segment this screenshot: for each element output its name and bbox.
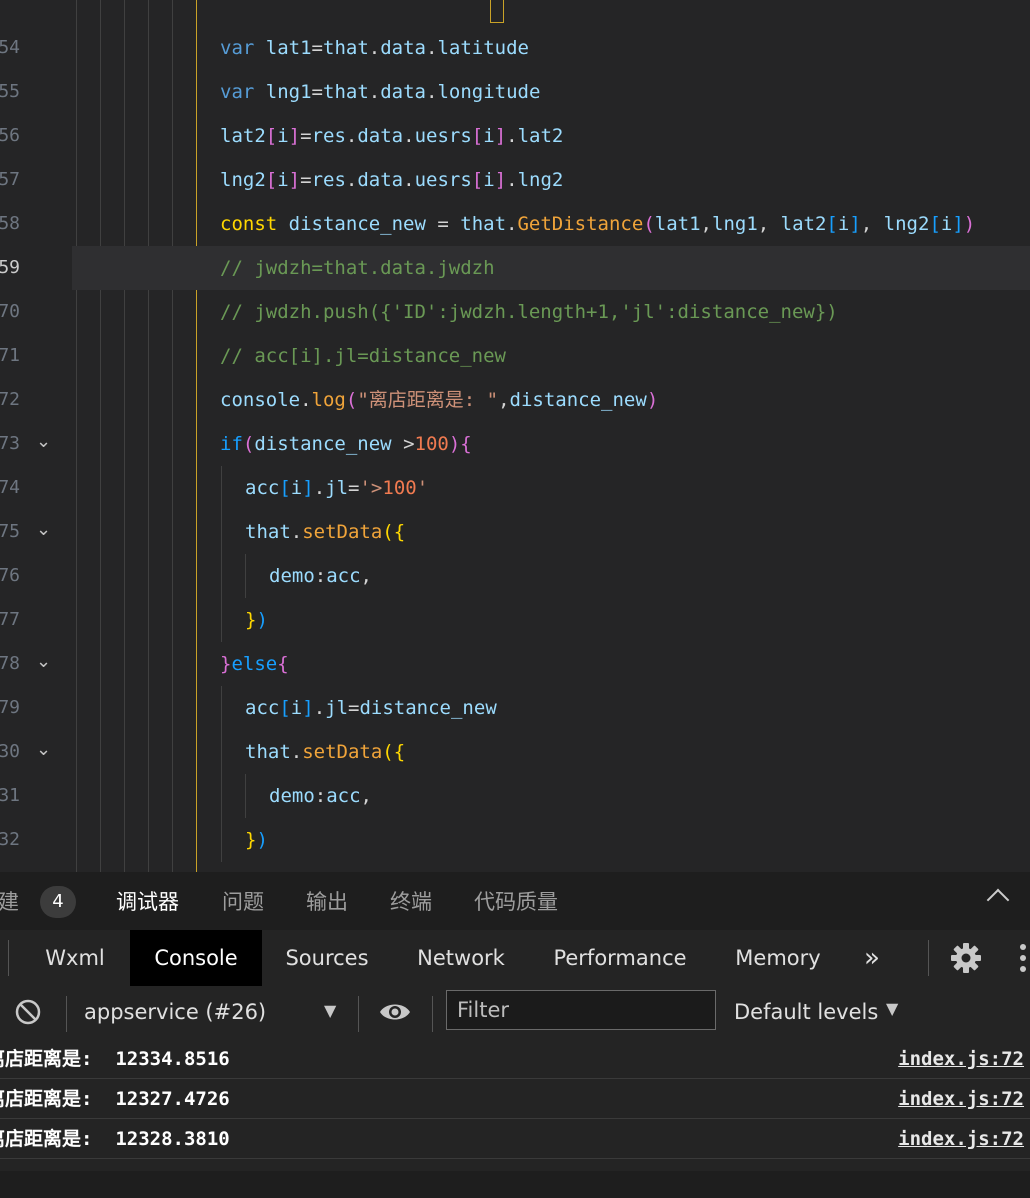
code-line: 79 acc[i].jl=distance_new [0,686,1030,730]
code-line: 59 // jwdzh=that.data.jwdzh [0,246,1030,290]
code-line: 55 var lng1=that.data.longitude [0,70,1030,114]
tab-build[interactable]: 建 [0,872,19,932]
log-message: 离店距离是: 12327.4726 [0,1088,230,1110]
code-line: 78 ⌄ }else{ [0,642,1030,686]
code-line: 32 }) [0,818,1030,862]
code-line: 57 lng2[i]=res.data.uesrs[i].lng2 [0,158,1030,202]
code-line: 77 }) [0,598,1030,642]
panel-tab-bar: 建 4 调试器 问题 输出 终端 代码质量 [0,872,1030,932]
line-number: 31 [0,785,20,806]
code-line: 73 ⌄ if(distance_new >100){ [0,422,1030,466]
console-log-row: 离店距离是: 12327.4726 index.js:72 [0,1078,1030,1119]
tab-performance[interactable]: Performance [540,930,700,986]
devtools-tab-bar: Wxml Console Sources Network Performance… [0,930,1030,987]
code-line: 31 demo:acc, [0,774,1030,818]
code-line-partial [196,0,288,14]
log-source-link[interactable]: index.js:72 [898,1078,1024,1120]
line-number: 76 [0,565,20,586]
log-levels-dropdown[interactable]: Default levels [734,986,878,1038]
code-line: 72 console.log("离店距离是: ",distance_new) [0,378,1030,422]
tab-debugger[interactable]: 调试器 [116,872,179,932]
clear-console-icon[interactable] [14,998,42,1026]
chevron-down-icon[interactable]: ⌄ [36,740,56,760]
eye-icon[interactable] [378,998,412,1026]
line-number: 32 [0,829,20,850]
log-message: 离店距离是: 12334.8516 [0,1048,230,1070]
line-number: 78 [0,653,20,674]
divider [66,996,67,1032]
bracket-highlight [490,0,504,23]
console-log-row: 离店距离是: 12334.8516 index.js:72 [0,1038,1030,1079]
chevron-up-icon[interactable] [986,888,1010,912]
line-number: 54 [0,37,20,58]
tab-output[interactable]: 输出 [306,872,348,932]
tab-sources[interactable]: Sources [272,930,382,986]
line-number: 72 [0,389,20,410]
divider [432,996,433,1032]
tab-code-quality[interactable]: 代码质量 [474,872,558,932]
code-line: 30 ⌄ that.setData({ [0,730,1030,774]
code-line: 71 // acc[i].jl=distance_new [0,334,1030,378]
console-output: 离店距离是: 12334.8516 index.js:72 离店距离是: 123… [0,1038,1030,1171]
filter-input[interactable] [446,990,716,1030]
tab-wxml[interactable]: Wxml [30,930,120,986]
tab-terminal[interactable]: 终端 [390,872,432,932]
tab-network[interactable]: Network [400,930,522,986]
triangle-down-icon[interactable]: ▼ [324,986,336,1036]
log-source-link[interactable]: index.js:72 [898,1118,1024,1160]
more-tabs-button[interactable]: » [852,930,892,986]
tab-console[interactable]: Console [130,930,262,986]
code-line: 70 // jwdzh.push({'ID':jwdzh.length+1,'j… [0,290,1030,334]
line-number: 73 [0,433,20,454]
console-log-row: 离店距离是: 12328.3810 index.js:72 [0,1118,1030,1159]
line-number: 79 [0,697,20,718]
code-line: 56 lat2[i]=res.data.uesrs[i].lat2 [0,114,1030,158]
tab-memory[interactable]: Memory [720,930,836,986]
log-message: 离店距离是: 12328.3810 [0,1128,230,1150]
line-number: 74 [0,477,20,498]
line-number: 59 [0,257,20,278]
code-line: 76 demo:acc, [0,554,1030,598]
line-number: 58 [0,213,20,234]
tab-problems[interactable]: 问题 [222,872,264,932]
code-line: 54 var lat1=that.data.latitude [0,26,1030,70]
gear-icon[interactable] [950,942,982,974]
line-number: 75 [0,521,20,542]
console-log-row-partial [0,1158,1030,1198]
divider [358,996,359,1032]
more-vertical-icon[interactable] [1016,942,1030,974]
line-number: 57 [0,169,20,190]
code-line: 74 acc[i].jl='>100' [0,466,1030,510]
code-editor[interactable]: 54 var lat1=that.data.latitude 55 var ln… [0,0,1030,872]
context-selector[interactable]: appservice (#26) [84,986,266,1038]
chevron-down-icon[interactable]: ⌄ [36,520,56,540]
code-line: 75 ⌄ that.setData({ [0,510,1030,554]
line-number: 70 [0,301,20,322]
line-number: 77 [0,609,20,630]
console-toolbar: appservice (#26) ▼ Default levels ▼ [0,986,1030,1039]
line-number: 30 [0,741,20,762]
line-number: 71 [0,345,20,366]
code-line: 58 const distance_new = that.GetDistance… [0,202,1030,246]
divider [928,940,929,976]
triangle-down-icon[interactable]: ▼ [886,986,898,1032]
chevron-down-icon[interactable]: ⌄ [36,432,56,452]
chevron-down-icon[interactable]: ⌄ [36,652,56,672]
line-number: 56 [0,125,20,146]
line-number: 55 [0,81,20,102]
divider [8,940,9,976]
log-source-link[interactable]: index.js:72 [898,1038,1024,1080]
build-count-badge: 4 [40,886,76,918]
